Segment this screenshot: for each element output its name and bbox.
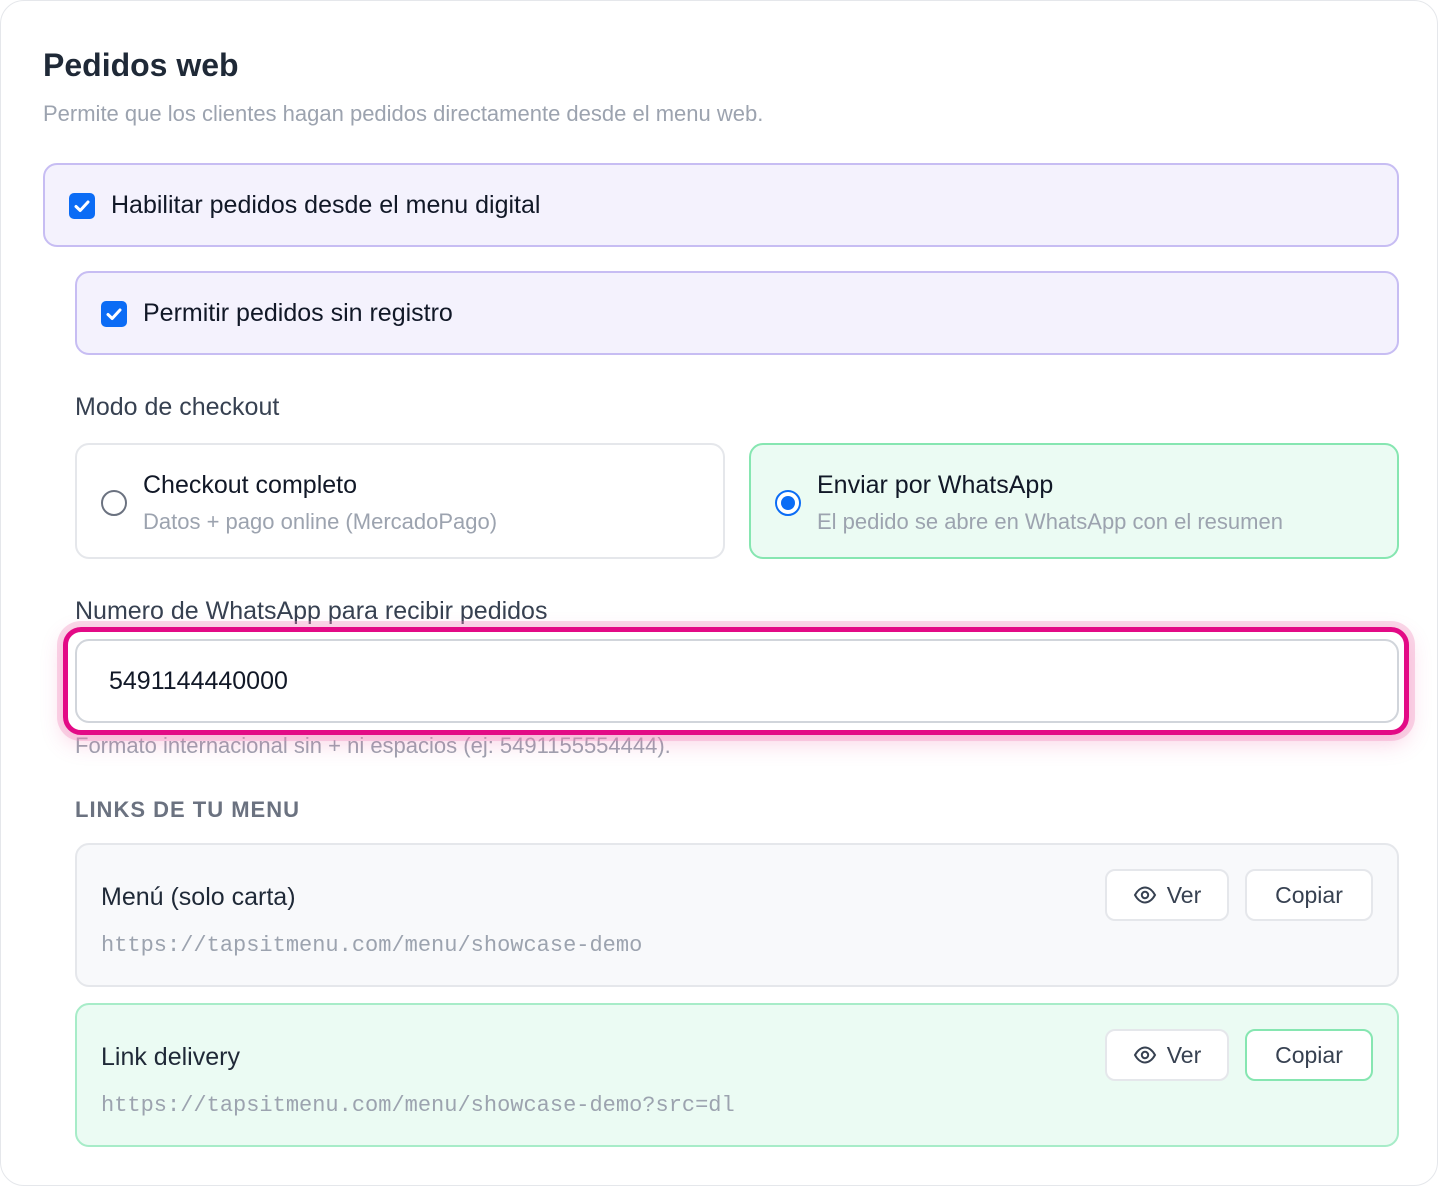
checkout-full-title: Checkout completo xyxy=(143,471,358,499)
guest-orders-option[interactable]: Permitir pedidos sin registro xyxy=(75,271,1399,355)
page-title: Pedidos web xyxy=(43,47,239,83)
radio-whatsapp[interactable] xyxy=(775,490,801,516)
checkout-whatsapp-title: Enviar por WhatsApp xyxy=(817,471,1054,499)
guest-orders-label: Permitir pedidos sin registro xyxy=(143,299,453,327)
pedidos-web-card: Pedidos web Permite que los clientes hag… xyxy=(0,0,1438,1186)
checkout-full-description: Datos + pago online (MercadoPago) xyxy=(143,509,498,534)
eye-icon xyxy=(1133,1046,1156,1064)
eye-icon xyxy=(1133,886,1156,904)
checkout-mode-label: Modo de checkout xyxy=(75,393,280,421)
page-subtitle: Permite que los clientes hagan pedidos d… xyxy=(43,101,764,126)
view-menu-link-button[interactable]: Ver xyxy=(1105,869,1229,921)
copy-menu-link-button[interactable]: Copiar xyxy=(1245,869,1373,921)
delivery-link-title: Link delivery xyxy=(101,1043,240,1071)
whatsapp-number-input[interactable] xyxy=(75,639,1399,723)
whatsapp-number-hint: Formato internacional sin + ni espacios … xyxy=(75,733,671,758)
copy-button-label: Copiar xyxy=(1275,1041,1343,1068)
checkout-mode-full[interactable]: Checkout completo Datos + pago online (M… xyxy=(75,443,725,559)
enable-orders-label: Habilitar pedidos desde el menu digital xyxy=(111,191,541,219)
copy-button-label: Copiar xyxy=(1275,881,1343,908)
copy-delivery-link-button[interactable]: Copiar xyxy=(1245,1029,1373,1081)
delivery-link-url: https://tapsitmenu.com/menu/showcase-dem… xyxy=(101,1093,735,1118)
radio-full-checkout[interactable] xyxy=(101,490,127,516)
view-button-label: Ver xyxy=(1166,1041,1202,1068)
menu-link-url: https://tapsitmenu.com/menu/showcase-dem… xyxy=(101,933,643,958)
checkout-mode-whatsapp[interactable]: Enviar por WhatsApp El pedido se abre en… xyxy=(749,443,1399,559)
guest-orders-checkbox[interactable] xyxy=(101,301,127,327)
delivery-link-card: Link delivery https://tapsitmenu.com/men… xyxy=(75,1003,1399,1147)
checkout-whatsapp-description: El pedido se abre en WhatsApp con el res… xyxy=(817,509,1283,534)
menu-link-title: Menú (solo carta) xyxy=(101,883,296,911)
checkmark-icon xyxy=(106,308,122,320)
links-heading: LINKS DE TU MENU xyxy=(75,797,300,822)
whatsapp-number-label: Numero de WhatsApp para recibir pedidos xyxy=(75,597,548,625)
enable-orders-option[interactable]: Habilitar pedidos desde el menu digital xyxy=(43,163,1399,247)
checkmark-icon xyxy=(74,200,90,212)
menu-link-card: Menú (solo carta) https://tapsitmenu.com… xyxy=(75,843,1399,987)
view-button-label: Ver xyxy=(1166,881,1202,908)
enable-orders-checkbox[interactable] xyxy=(69,193,95,219)
view-delivery-link-button[interactable]: Ver xyxy=(1105,1029,1229,1081)
